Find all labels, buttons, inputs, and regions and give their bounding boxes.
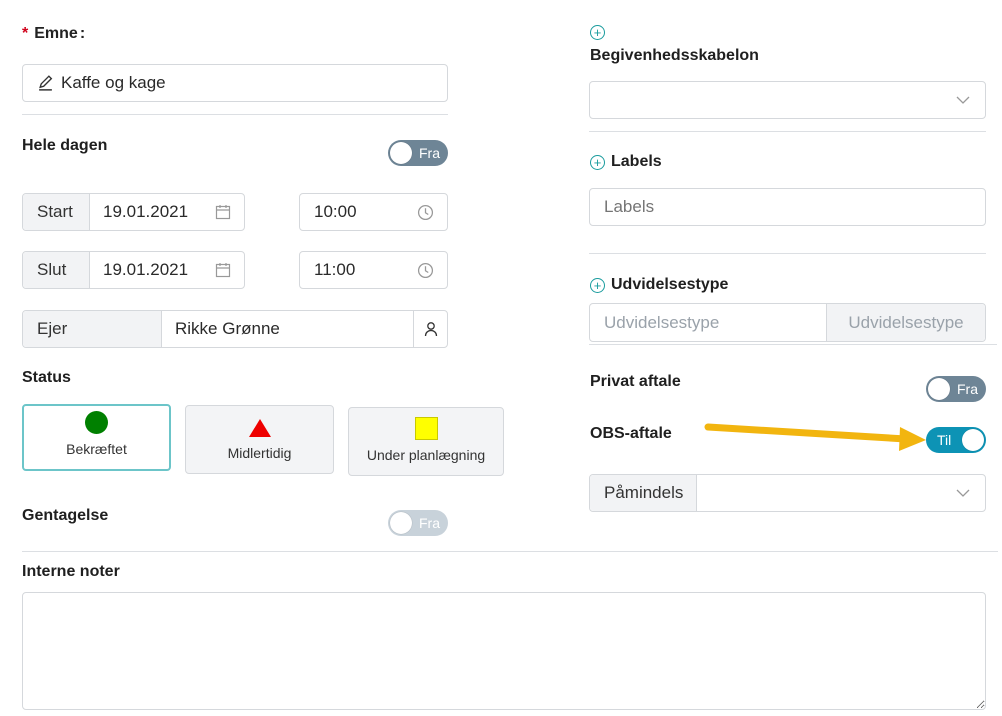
extension-type-label: Udvidelsestype	[611, 276, 729, 293]
end-time-field[interactable]: 11:00	[299, 251, 448, 289]
toggle-text: Fra	[419, 515, 440, 531]
calendar-icon[interactable]	[215, 204, 231, 220]
end-label: Slut	[23, 252, 90, 288]
owner-value: Rikke Grønne	[175, 319, 280, 338]
red-triangle-icon	[248, 419, 271, 437]
expand-plus-icon[interactable]: +	[590, 155, 605, 170]
toggle-knob	[962, 429, 984, 451]
chevron-down-icon	[956, 489, 970, 497]
start-time-value: 10:00	[314, 202, 357, 221]
divider	[22, 114, 448, 115]
start-time-field[interactable]: 10:00	[299, 193, 448, 231]
subject-label: * Emne:	[22, 25, 86, 42]
extension-type-placeholder: Udvidelsestype	[604, 312, 720, 332]
toggle-text: Fra	[957, 381, 978, 397]
green-circle-icon	[85, 411, 108, 434]
owner-picker-button[interactable]	[413, 311, 447, 347]
divider	[589, 344, 997, 345]
all-day-label: Hele dagen	[22, 137, 108, 154]
divider	[589, 131, 986, 132]
extension-type-button[interactable]: Udvidelsestype	[826, 304, 985, 341]
labels-input[interactable]	[589, 188, 986, 226]
subject-input[interactable]: Kaffe og kage	[22, 64, 448, 102]
owner-field[interactable]: Ejer Rikke Grønne	[22, 310, 448, 348]
obs-label: OBS-aftale	[590, 425, 672, 442]
divider	[22, 551, 998, 552]
event-template-label: Begivenhedsskabelon	[590, 47, 759, 64]
private-toggle[interactable]: Fra	[926, 376, 986, 402]
toggle-text: Fra	[419, 145, 440, 161]
reminder-select[interactable]: Påmindels	[589, 474, 986, 512]
labels-label: Labels	[611, 153, 662, 170]
user-icon	[424, 322, 437, 337]
required-mark: *	[22, 25, 29, 42]
toggle-knob	[390, 142, 412, 164]
status-option-planning[interactable]: Under planlægning	[348, 407, 504, 476]
end-time-value: 11:00	[314, 260, 356, 279]
expand-plus-icon[interactable]: +	[590, 278, 605, 293]
notes-label: Interne noter	[22, 563, 120, 580]
expand-plus-icon[interactable]: +	[590, 25, 605, 40]
chevron-down-icon	[956, 96, 970, 104]
end-date-field[interactable]: Slut 19.01.2021	[22, 251, 245, 289]
subject-value: Kaffe og kage	[61, 73, 166, 92]
clock-icon[interactable]	[417, 204, 434, 221]
private-label: Privat aftale	[590, 373, 681, 390]
reminder-label: Påmindels	[590, 475, 697, 511]
status-option-confirmed[interactable]: Bekræftet	[22, 404, 171, 471]
toggle-knob	[390, 512, 412, 534]
end-date-value: 19.01.2021	[103, 260, 189, 279]
recurrence-label: Gentagelse	[22, 507, 109, 524]
recurrence-toggle[interactable]: Fra	[388, 510, 448, 536]
yellow-square-icon	[414, 417, 438, 440]
start-label: Start	[23, 194, 90, 230]
start-date-field[interactable]: Start 19.01.2021	[22, 193, 245, 231]
status-option-tentative[interactable]: Midlertidig	[185, 405, 334, 474]
pencil-icon	[39, 74, 53, 91]
clock-icon[interactable]	[417, 262, 434, 279]
divider	[589, 253, 986, 254]
toggle-knob	[928, 378, 950, 400]
owner-label: Ejer	[23, 311, 162, 347]
extension-type-field[interactable]: Udvidelsestype Udvidelsestype	[589, 303, 986, 342]
start-date-value: 19.01.2021	[103, 202, 189, 221]
arrow-annotation	[704, 423, 926, 451]
status-label: Status	[22, 369, 71, 386]
notes-textarea[interactable]	[22, 592, 986, 710]
all-day-toggle[interactable]: Fra	[388, 140, 448, 166]
calendar-icon[interactable]	[215, 262, 231, 278]
event-template-select[interactable]	[589, 81, 986, 119]
